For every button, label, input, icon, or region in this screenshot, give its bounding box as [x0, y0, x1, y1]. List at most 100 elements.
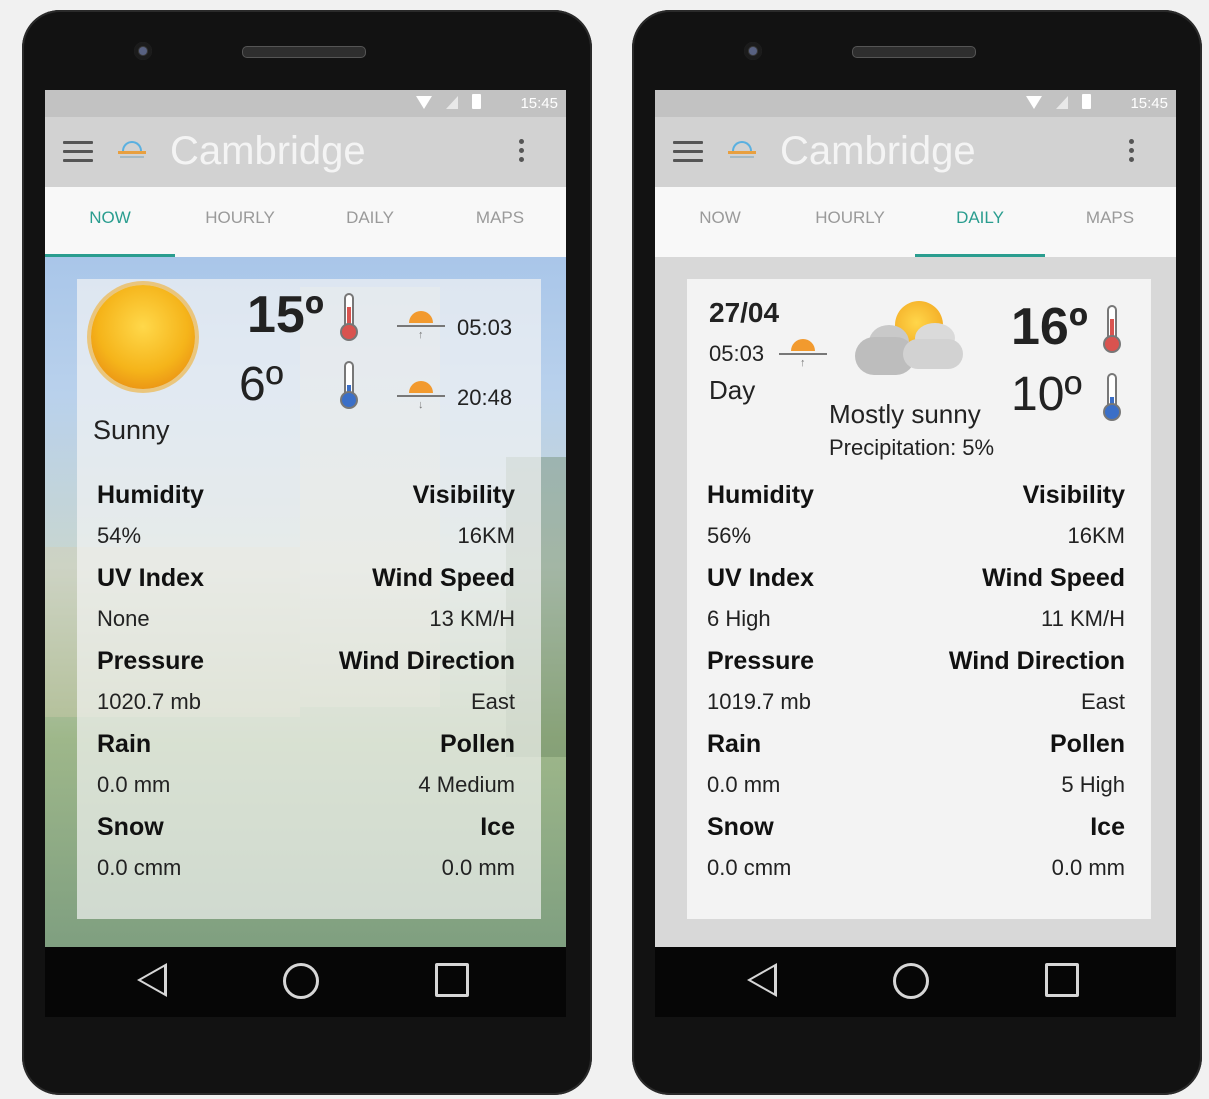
ice-label: Ice	[480, 813, 515, 841]
camera	[744, 42, 762, 60]
sunrise-time: 05:03	[709, 341, 765, 366]
sunrise-time: 05:03	[457, 315, 513, 340]
precipitation-label: Precipitation: 5%	[829, 435, 995, 460]
humidity-value: 56%	[707, 523, 752, 548]
visibility-label: Visibility	[412, 481, 515, 509]
thermometer-high-icon	[1103, 305, 1121, 353]
day-period: Day	[709, 375, 756, 405]
temp-high: 16º	[1011, 298, 1088, 356]
forecast-date: 27/04	[709, 297, 780, 328]
ice-value: 0.0 mm	[1051, 855, 1125, 880]
pollen-value: 5 High	[1061, 772, 1125, 797]
weather-card: Sunny 15º 6º ↑ 05:03 ↓ 20:48 Humidity 54…	[77, 279, 541, 919]
condition-label: Sunny	[93, 415, 170, 445]
tab-daily[interactable]: DAILY	[915, 187, 1045, 257]
screen: 15:45 Cambridge NOW HOURLY DAILY MAPS 27…	[655, 90, 1176, 947]
visibility-value: 16KM	[1067, 523, 1125, 548]
wind-speed-value: 11 KM/H	[1041, 606, 1125, 631]
speaker	[242, 46, 366, 58]
more-options-icon[interactable]	[519, 139, 524, 166]
tab-now[interactable]: NOW	[45, 187, 175, 257]
wind-direction-label: Wind Direction	[948, 647, 1125, 675]
rain-label: Rain	[707, 730, 762, 758]
tab-daily[interactable]: DAILY	[305, 187, 435, 257]
signal-icon	[1056, 96, 1068, 109]
menu-icon[interactable]	[673, 141, 703, 163]
status-time: 15:45	[1130, 95, 1168, 112]
thermometer-high-icon	[340, 293, 358, 341]
nav-bar	[45, 947, 566, 1017]
app-logo-icon	[728, 138, 758, 162]
thermometer-low-icon	[340, 361, 358, 409]
signal-icon	[446, 96, 458, 109]
now-content: Sunny 15º 6º ↑ 05:03 ↓ 20:48 Humidity 54…	[45, 257, 566, 947]
sunrise-icon: ↑	[395, 299, 447, 349]
pressure-value: 1020.7 mb	[97, 689, 201, 714]
status-bar: 15:45	[45, 90, 566, 117]
battery-icon	[1082, 94, 1091, 109]
back-icon[interactable]	[137, 963, 167, 997]
battery-icon	[472, 94, 481, 109]
home-icon[interactable]	[893, 963, 929, 999]
camera	[134, 42, 152, 60]
snow-value: 0.0 cmm	[97, 855, 182, 880]
pressure-label: Pressure	[707, 647, 815, 675]
humidity-label: Humidity	[97, 481, 204, 509]
phone-left: 15:45 Cambridge NOW HOURLY DAILY MAPS Su…	[22, 10, 592, 1095]
more-options-icon[interactable]	[1129, 139, 1134, 166]
temp-high: 15º	[247, 286, 324, 344]
app-logo-icon	[118, 138, 148, 162]
app-bar: Cambridge	[45, 117, 566, 187]
thermometer-low-icon	[1103, 373, 1121, 421]
wind-direction-value: East	[1080, 689, 1125, 714]
wind-speed-value: 13 KM/H	[429, 606, 515, 631]
visibility-label: Visibility	[1022, 481, 1125, 509]
uv-index-value: None	[97, 606, 150, 631]
wind-direction-label: Wind Direction	[338, 647, 515, 675]
uv-index-label: UV Index	[707, 564, 814, 592]
recent-apps-icon[interactable]	[1045, 963, 1079, 997]
pollen-label: Pollen	[1049, 730, 1125, 758]
weather-card: 27/04 05:03 ↑ Day Mostly sunny Precipita…	[687, 279, 1151, 919]
snow-label: Snow	[707, 813, 774, 841]
snow-label: Snow	[97, 813, 164, 841]
temp-low: 6º	[239, 358, 284, 411]
humidity-label: Humidity	[707, 481, 814, 509]
app-title: Cambridge	[170, 129, 366, 173]
sunset-icon: ↓	[395, 369, 447, 419]
sunset-time: 20:48	[457, 385, 513, 410]
speaker	[852, 46, 976, 58]
uv-index-label: UV Index	[97, 564, 204, 592]
tab-hourly[interactable]: HOURLY	[785, 187, 915, 257]
tab-now[interactable]: NOW	[655, 187, 785, 257]
wifi-icon	[416, 96, 432, 109]
tab-maps[interactable]: MAPS	[435, 187, 565, 257]
snow-value: 0.0 cmm	[707, 855, 792, 880]
recent-apps-icon[interactable]	[435, 963, 469, 997]
tab-maps[interactable]: MAPS	[1045, 187, 1175, 257]
tab-hourly[interactable]: HOURLY	[175, 187, 305, 257]
uv-index-value: 6 High	[707, 606, 771, 631]
pressure-value: 1019.7 mb	[707, 689, 811, 714]
menu-icon[interactable]	[63, 141, 93, 163]
home-icon[interactable]	[283, 963, 319, 999]
sunny-icon	[91, 285, 195, 389]
phone-right: 15:45 Cambridge NOW HOURLY DAILY MAPS 27…	[632, 10, 1202, 1095]
rain-value: 0.0 mm	[97, 772, 171, 797]
ice-value: 0.0 mm	[441, 855, 515, 880]
visibility-value: 16KM	[457, 523, 515, 548]
condition-label: Mostly sunny	[829, 399, 981, 429]
sunrise-icon: ↑	[777, 327, 829, 377]
pollen-value: 4 Medium	[418, 772, 515, 797]
back-icon[interactable]	[747, 963, 777, 997]
wifi-icon	[1026, 96, 1042, 109]
status-time: 15:45	[520, 95, 558, 112]
app-bar: Cambridge	[655, 117, 1176, 187]
status-bar: 15:45	[655, 90, 1176, 117]
rain-label: Rain	[97, 730, 152, 758]
wind-direction-value: East	[470, 689, 515, 714]
screen: 15:45 Cambridge NOW HOURLY DAILY MAPS Su…	[45, 90, 566, 947]
humidity-value: 54%	[97, 523, 142, 548]
daily-content: 27/04 05:03 ↑ Day Mostly sunny Precipita…	[655, 257, 1176, 947]
mostly-sunny-icon	[855, 299, 973, 379]
